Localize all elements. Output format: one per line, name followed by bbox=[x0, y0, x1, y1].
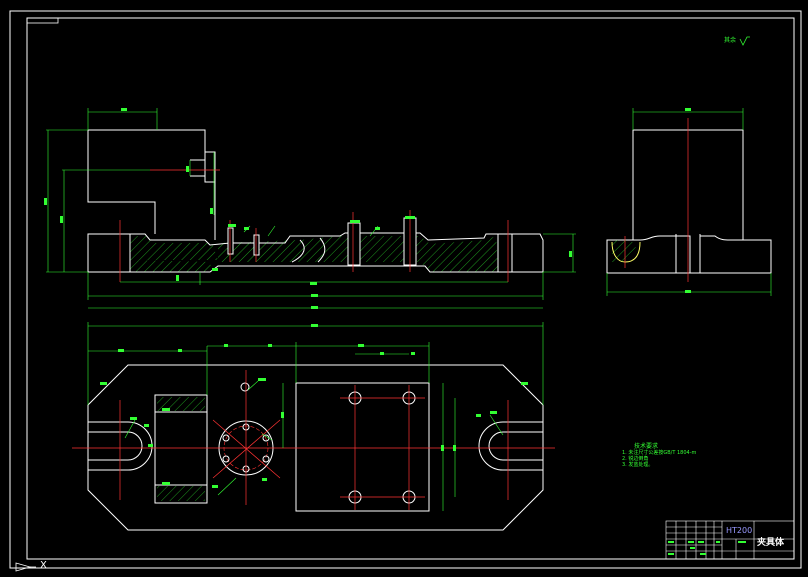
section-hatch-bottom bbox=[130, 260, 212, 272]
side-hatch bbox=[612, 240, 637, 262]
roughness-symbol bbox=[739, 36, 750, 46]
pin-left-2 bbox=[253, 234, 260, 256]
side-view bbox=[606, 129, 772, 274]
part-name-label: 夹具体 bbox=[757, 538, 785, 548]
material-label: HT200 bbox=[726, 526, 753, 535]
side-centerline bbox=[624, 118, 689, 282]
plan-centerlines bbox=[72, 370, 555, 510]
side-dimensions bbox=[606, 108, 772, 296]
pin-left bbox=[227, 227, 234, 255]
plan-dimensions bbox=[87, 322, 544, 511]
upright-plate bbox=[87, 129, 216, 240]
roughness-label: 其余 bbox=[724, 37, 737, 44]
front-section-view bbox=[87, 129, 544, 273]
ucs-icon bbox=[15, 562, 36, 572]
front-dimensions bbox=[44, 108, 576, 309]
plan-view bbox=[87, 364, 544, 531]
base-outline bbox=[87, 233, 131, 273]
cad-drawing bbox=[9, 10, 802, 572]
outer-frame bbox=[9, 10, 802, 569]
title-block-fills bbox=[668, 541, 746, 555]
plan-outline bbox=[87, 364, 544, 531]
note-item-3: 3. 发蓝处理。 bbox=[622, 462, 654, 468]
ucs-x-label: X bbox=[40, 560, 47, 571]
locating-pin-1 bbox=[347, 222, 361, 266]
inner-frame bbox=[26, 17, 795, 560]
technical-notes: 技术要求 1. 未注尺寸公差按GB/T 1804-m 2. 锐边倒角 3. 发蓝… bbox=[622, 444, 722, 469]
drawing-number-box bbox=[26, 17, 59, 24]
